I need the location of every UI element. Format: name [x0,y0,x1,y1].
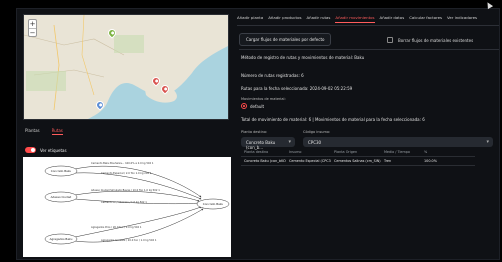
edge-label-4: Cemento sc / 10.0 ton / 1.0 kg 502 1 [101,200,147,204]
header-medium: Medio / Tiempo [384,150,411,154]
header-percent: % [424,150,428,154]
map-view[interactable]: + − [23,14,229,120]
edge-label-1: Cemento Baku Bouharev... 100.0% a 2.0 kg… [91,161,154,165]
tab-plantas[interactable]: Plantas [25,128,40,135]
radio-default[interactable] [241,103,247,109]
zoom-control: + − [28,19,37,37]
node-b-label: Adesso Ciudad [51,195,72,199]
tab-add-data[interactable]: Añadir datos [380,15,405,23]
routes-count: Número de rutas registradas: 6 [241,73,304,78]
tab-add-routes[interactable]: Añadir rutas [307,15,331,23]
edge-2 [74,172,202,200]
node-dest-label: Concreto Baku [203,202,224,206]
table-header: Planta destino Insumo Planta Origen Medi… [241,148,475,157]
dest-label: Planta destino: [241,130,268,134]
method-text: Método de registro de rutas y movimiento… [241,55,365,60]
routes-date: Rutas para la fecha seleccionada: 2024-0… [241,86,353,91]
tab-add-movements[interactable]: Añadir movimientos [335,15,375,23]
load-default-button[interactable]: Cargar flujos de materiales por defecto [239,33,332,46]
edge-label-2: Cemento Especial / 2.0 Ton 1.0 kg 202 1 [101,171,152,175]
tab-calc-factors[interactable]: Calcular factores [409,15,442,23]
labels-toggle-row: Ver etiquetas [25,147,67,153]
edge-label-6: Agregados Gruesos / 20.0 ton / 1.0 kg 50… [101,238,157,242]
edge-label-3: Adesso Ciudad Simulado Bayas / 10.0 Ton … [91,188,160,192]
zoom-out-button[interactable]: − [29,28,36,37]
chevron-down-icon: ▾ [288,139,291,145]
tabs-divider [237,25,499,26]
cell-dest: Concreto Baku (con_bKO) [244,159,286,163]
routes-graph: Cemento Baku Bouharev... 100.0% a 2.0 kg… [23,157,231,257]
edge-5 [74,206,202,238]
movement-label: Movimientos de material: [241,97,286,101]
section-divider [239,49,499,50]
cell-origin: Cementos Salinas (cm_SIN) [334,159,381,163]
code-label: Código insumo: [303,130,331,134]
zoom-in-button[interactable]: + [29,20,36,28]
radio-default-label: default [250,104,265,109]
header-dest: Planta destino [244,150,269,154]
cell-medium: Tren [384,159,392,163]
cell-input: Cemento Especial (CPC30) [289,159,331,163]
edge-3 [74,190,200,202]
tab-rutas[interactable]: Rutas [51,128,63,135]
labels-toggle[interactable] [25,147,36,153]
header-origin: Planta Origen [334,150,358,154]
clear-existing-label: Borrar flujos de materiales existentes [398,37,474,43]
node-a-label: Concreto Baku [51,169,72,173]
header-input: Insumo [289,150,302,154]
tab-add-plant[interactable]: Añadir planta [237,15,263,23]
tab-view-indicators[interactable]: Ver indicadores [447,15,477,23]
code-select[interactable]: CPC30 ▾ [303,137,493,147]
dest-select[interactable]: Concreto Baku (con_b... ▾ [241,137,295,150]
top-tabs: Añadir planta Añadir productos Añadir ru… [237,15,477,23]
map-tiles [24,15,228,119]
movements-table: Planta destino Insumo Planta Origen Medi… [241,148,475,166]
movement-total: Total de movimiento de material: 6 | Mov… [241,117,425,122]
app-frame: + − Plantas Rutas Ver etiquetas Cemento … [16,8,500,260]
routes-graph-svg: Cemento Baku Bouharev... 100.0% a 2.0 kg… [44,161,230,245]
cell-percent: 100.0% [424,159,437,163]
node-c-label: Agregados Baku [50,237,73,241]
clear-existing-checkbox[interactable] [387,37,393,43]
labels-toggle-label: Ver etiquetas [40,147,67,153]
left-tabs: Plantas Rutas [25,128,63,135]
clear-existing-row: Borrar flujos de materiales existentes [387,37,473,43]
code-select-value: CPC30 [308,140,322,145]
edge-label-5: Agregados Pros / 20.0 ton / 1.0 kg 502 1 [91,225,142,229]
chevron-down-icon: ▾ [486,139,489,145]
table-row[interactable]: Concreto Baku (con_bKO) Cemento Especial… [241,157,475,166]
tab-add-products[interactable]: Añadir productos [268,15,301,23]
